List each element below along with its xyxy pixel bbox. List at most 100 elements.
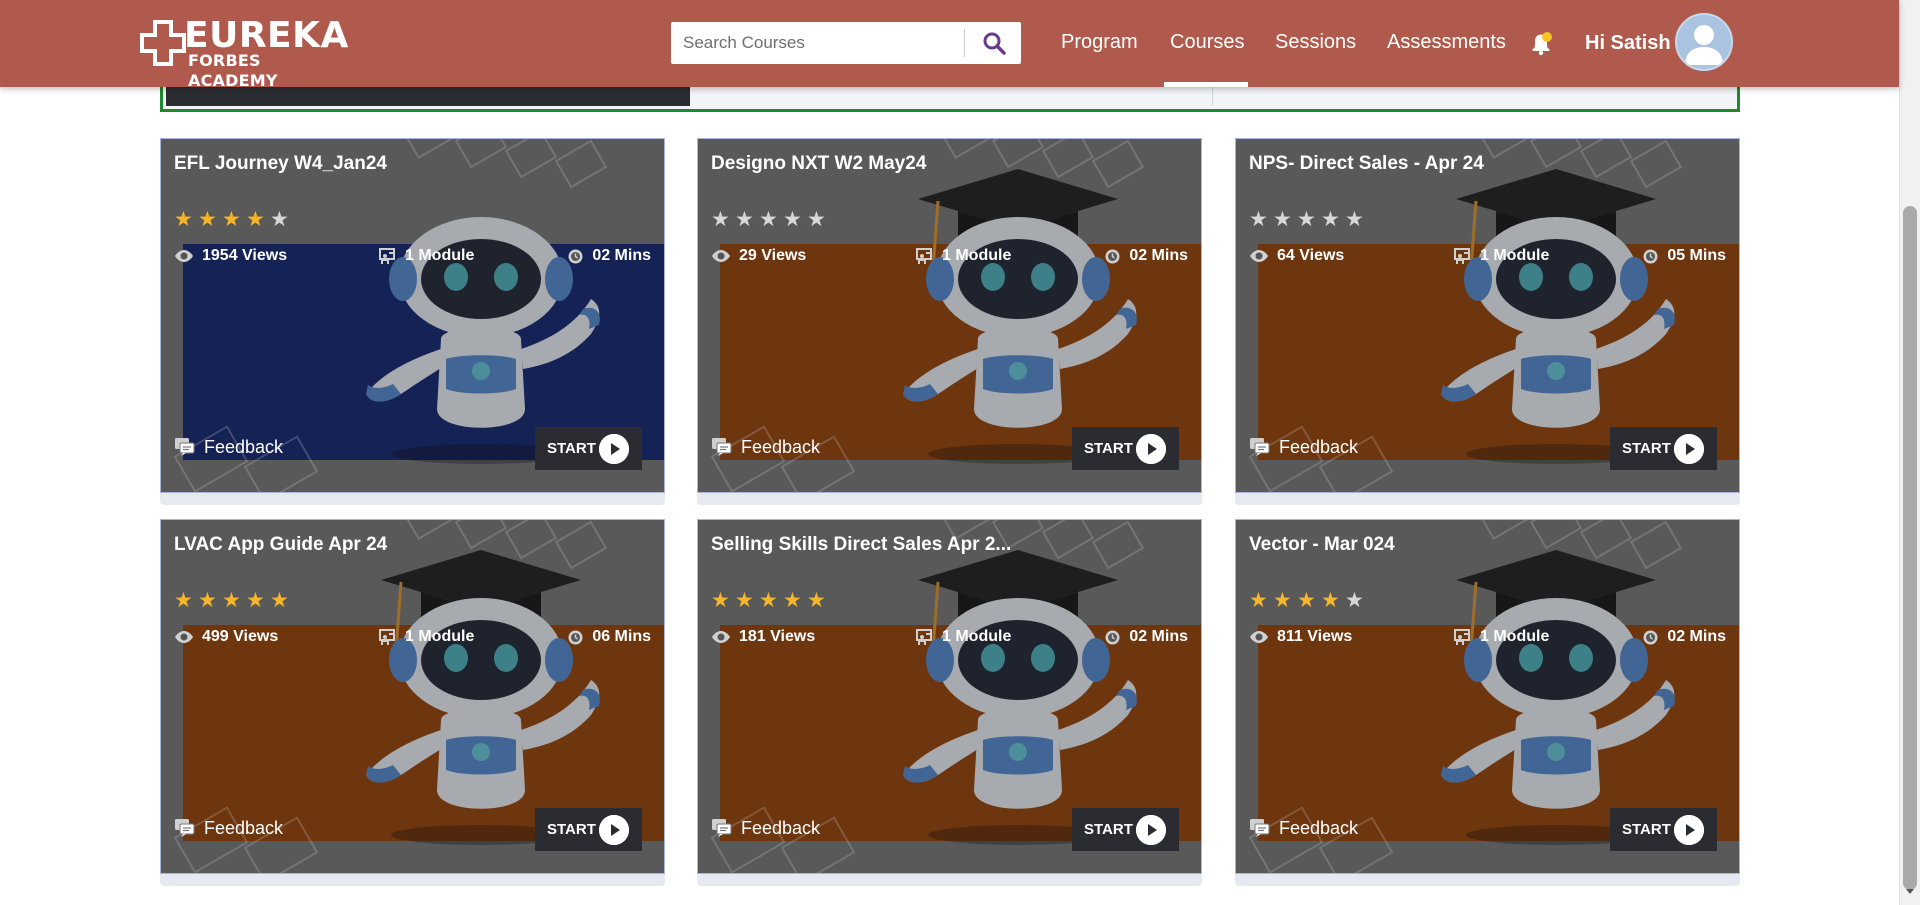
feedback-button[interactable]: Feedback	[1249, 817, 1358, 839]
start-button[interactable]: START	[1610, 808, 1717, 851]
course-card[interactable]: NPS- Direct Sales - Apr 24 ★ ★ ★ ★ ★ 64 Views 1…	[1235, 138, 1740, 507]
feedback-button[interactable]: Feedback	[174, 817, 283, 839]
duration: 02 Mins	[567, 246, 651, 266]
user-avatar-button[interactable]	[1675, 13, 1733, 71]
card-footer	[697, 493, 1202, 505]
nav-courses[interactable]: Courses	[1170, 30, 1244, 54]
module-icon	[1454, 629, 1470, 645]
feedback-button[interactable]: Feedback	[1249, 436, 1358, 458]
course-thumbnail: LVAC App Guide Apr 24 ★ ★ ★ ★ ★ 499 Views 1 Mod…	[160, 519, 665, 874]
views-count: 29 Views	[711, 246, 806, 266]
module-count-text: 1 Module	[405, 247, 475, 264]
search-button[interactable]	[966, 22, 1021, 64]
rating-stars: ★ ★ ★ ★ ★	[711, 589, 831, 612]
feedback-button[interactable]: Feedback	[711, 436, 820, 458]
start-button[interactable]: START	[1072, 427, 1179, 470]
star-filled-icon: ★	[807, 589, 826, 612]
star-filled-icon: ★	[783, 589, 802, 612]
views-count-text: 181 Views	[739, 628, 816, 645]
star-empty-icon: ★	[1249, 208, 1268, 231]
module-count-text: 1 Module	[405, 628, 475, 645]
feedback-label: Feedback	[1279, 818, 1359, 838]
start-label: START	[1084, 821, 1133, 838]
start-label: START	[1622, 821, 1671, 838]
logo-cross-icon	[140, 20, 186, 66]
start-button[interactable]: START	[535, 808, 642, 851]
clock-icon	[1643, 630, 1658, 644]
star-empty-icon: ★	[735, 208, 754, 231]
module-count: 1 Module	[379, 627, 474, 647]
start-label: START	[547, 821, 596, 838]
notifications-button[interactable]	[1526, 28, 1556, 58]
feedback-icon	[1250, 438, 1270, 456]
star-filled-icon: ★	[759, 589, 778, 612]
module-count: 1 Module	[916, 627, 1011, 647]
play-button	[1674, 434, 1704, 464]
top-navbar: EUREKA FORBES ACADEMY Program Courses Se…	[0, 0, 1899, 90]
course-title: Vector - Mar 024	[1249, 534, 1395, 555]
course-title: NPS- Direct Sales - Apr 24	[1249, 153, 1484, 174]
feedback-label: Feedback	[204, 818, 284, 838]
star-empty-icon: ★	[1321, 208, 1340, 231]
feedback-label: Feedback	[741, 818, 821, 838]
nav-sessions[interactable]: Sessions	[1275, 30, 1356, 54]
star-empty-icon: ★	[1297, 208, 1316, 231]
module-count-text: 1 Module	[942, 628, 1012, 645]
module-icon	[379, 248, 395, 264]
star-empty-icon: ★	[759, 208, 778, 231]
duration-text: 02 Mins	[1129, 247, 1188, 264]
start-button[interactable]: START	[1610, 427, 1717, 470]
course-thumbnail: EFL Journey W4_Jan24 ★ ★ ★ ★ ★ 1954 Views 1 Mod…	[160, 138, 665, 493]
course-thumbnail: Designo NXT W2 May24 ★ ★ ★ ★ ★ 29 Views 1 Modul…	[697, 138, 1202, 493]
start-button[interactable]: START	[535, 427, 642, 470]
feedback-icon	[712, 819, 732, 837]
module-count: 1 Module	[1454, 627, 1549, 647]
course-card[interactable]: EFL Journey W4_Jan24 ★ ★ ★ ★ ★ 1954 Views 1 Mod…	[160, 138, 665, 507]
module-count-text: 1 Module	[942, 247, 1012, 264]
nav-program[interactable]: Program	[1061, 30, 1138, 54]
start-label: START	[1084, 440, 1133, 457]
duration: 02 Mins	[1104, 627, 1188, 647]
page-scrollbar[interactable]	[1899, 0, 1920, 905]
scrollbar-thumb[interactable]	[1903, 206, 1917, 890]
course-thumbnail: NPS- Direct Sales - Apr 24 ★ ★ ★ ★ ★ 64 Views 1…	[1235, 138, 1740, 493]
duration: 05 Mins	[1642, 246, 1726, 266]
feedback-icon	[175, 438, 195, 456]
feedback-label: Feedback	[1279, 437, 1359, 457]
nav-assessments[interactable]: Assessments	[1387, 30, 1506, 54]
scroll-down-arrow[interactable]	[1906, 889, 1914, 894]
module-icon	[916, 629, 932, 645]
card-footer	[697, 874, 1202, 886]
start-button[interactable]: START	[1072, 808, 1179, 851]
star-empty-icon: ★	[783, 208, 802, 231]
feedback-button[interactable]: Feedback	[711, 817, 820, 839]
module-count-text: 1 Module	[1480, 628, 1550, 645]
course-thumbnail: Selling Skills Direct Sales Apr 2... ★ ★ ★ ★…	[697, 519, 1202, 874]
eureka-logo[interactable]: EUREKA FORBES ACADEMY	[140, 16, 348, 90]
play-icon	[1674, 815, 1704, 845]
app-root: EUREKA FORBES ACADEMY Program Courses Se…	[0, 0, 1920, 905]
card-footer	[1235, 874, 1740, 886]
course-card[interactable]: Designo NXT W2 May24 ★ ★ ★ ★ ★ 29 Views 1 Modul…	[697, 138, 1202, 507]
course-title: EFL Journey W4_Jan24	[174, 153, 387, 174]
duration-text: 05 Mins	[1667, 247, 1726, 264]
rating-stars: ★ ★ ★ ★ ★	[1249, 208, 1369, 231]
nav-active-indicator	[1164, 82, 1248, 87]
star-empty-icon: ★	[270, 208, 289, 231]
play-button	[1136, 434, 1166, 464]
rating-stars: ★ ★ ★ ★ ★	[174, 208, 294, 231]
star-filled-icon: ★	[270, 589, 289, 612]
duration: 02 Mins	[1104, 246, 1188, 266]
duration-text: 02 Mins	[1667, 628, 1726, 645]
module-icon	[379, 629, 395, 645]
star-filled-icon: ★	[174, 208, 193, 231]
course-card[interactable]: LVAC App Guide Apr 24 ★ ★ ★ ★ ★ 499 Views 1 Mod…	[160, 519, 665, 888]
search-input[interactable]	[671, 22, 963, 64]
views-count: 181 Views	[711, 627, 815, 647]
logo-title: EUREKA	[184, 15, 349, 56]
course-card[interactable]: Vector - Mar 024 ★ ★ ★ ★ ★ 811 Views 1 Module 02…	[1235, 519, 1740, 888]
play-button	[599, 434, 629, 464]
feedback-button[interactable]: Feedback	[174, 436, 283, 458]
star-filled-icon: ★	[735, 589, 754, 612]
course-card[interactable]: Selling Skills Direct Sales Apr 2... ★ ★ ★ ★…	[697, 519, 1202, 888]
